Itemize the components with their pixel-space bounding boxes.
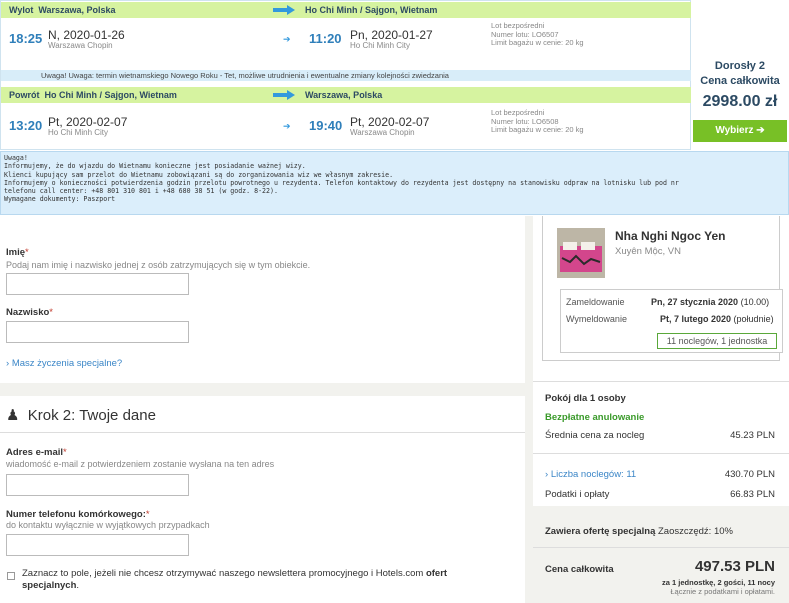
email-input[interactable] [6, 474, 189, 496]
checkout-value: Pt, 7 lutego 2020 (południe) [660, 314, 774, 324]
first-name-hint: Podaj nam imię i nazwisko jednej z osób … [6, 260, 311, 270]
person-icon: ♟ [6, 407, 20, 424]
phone-input[interactable] [6, 534, 189, 556]
return-dep-city: Ho Chi Minh City [48, 128, 109, 137]
room-type: Pokój dla 1 osoby [545, 393, 626, 404]
avg-price-value: 45.23 PLN [730, 430, 775, 441]
last-name-label: Nazwisko* [6, 307, 53, 318]
email-label: Adres e-mail* [6, 447, 67, 458]
totals-box: Zawiera ofertę specjalną Zaoszczędź: 10%… [533, 506, 789, 603]
arrow-icon: ➔ [283, 34, 291, 44]
first-name-label: Imię* [6, 247, 29, 258]
tax-label: Podatki i opłaty [545, 489, 610, 500]
hotel-photo [557, 228, 605, 278]
total-price-label: Cena całkowita [700, 75, 780, 87]
tax-value: 66.83 PLN [730, 489, 775, 500]
phone-label: Numer telefonu komórkowego:* [6, 509, 150, 520]
flight-price-box: Dorosły 2 Cena całkowita 2998.00 zł Wybi… [691, 0, 789, 150]
outbound-row: 18:25 N, 2020-01-26 Warszawa Chopin ➔ 11… [1, 21, 692, 57]
chevron-right-icon: › [545, 469, 549, 480]
checkout-label: Wymeldowanie [566, 314, 627, 324]
nights-link[interactable]: › Liczba noclegów: 11 [545, 469, 636, 480]
return-header: Powrót Ho Chi Minh / Sajgon, Wietnam War… [1, 87, 692, 103]
checkin-value: Pn, 27 stycznia 2020 (10.00) [651, 297, 770, 307]
free-cancel-badge: Bezpłatne anulowanie [545, 412, 645, 423]
arrow-icon: ➔ [756, 125, 765, 136]
return-from: Ho Chi Minh / Sajgon, Wietnam [44, 90, 177, 100]
avg-price-label: Średnia cena za nocleg [545, 430, 645, 441]
arrow-icon: ➔ [283, 121, 291, 131]
outbound-from: Warszawa, Polska [38, 5, 116, 15]
select-button[interactable]: Wybierz ➔ [693, 120, 787, 142]
return-dep-date: Pt, 2020-02-07 [48, 115, 128, 129]
outbound-label: Wylot [9, 5, 34, 15]
outbound-arr-city: Ho Chi Minh City [350, 41, 411, 50]
guest-form: Imię* Podaj nam imię i nazwisko jednej z… [0, 216, 525, 383]
hotel-card: Nha Nghi Ngoc Yen Xuyên Mộc, VN Zameldow… [542, 216, 783, 361]
checkin-label: Zameldowanie [566, 297, 625, 307]
outbound-header: Wylot Warszawa, Polska Ho Chi Minh / Saj… [1, 2, 692, 18]
first-name-input[interactable] [6, 273, 189, 295]
hotel-total-value: 497.53 PLN [694, 558, 775, 575]
special-offer: Zawiera ofertę specjalną Zaoszczędź: 10% [545, 526, 733, 537]
hotel-total-sub: za 1 jednostkę, 2 gości, 11 nocy [662, 578, 775, 587]
tet-notice: Uwaga! Uwaga: termin wietnamskiego Noweg… [1, 70, 692, 81]
arrow-right-icon [273, 90, 295, 100]
return-to: Warszawa, Polska [305, 90, 383, 100]
pax-count: Dorosły 2 [714, 60, 766, 72]
outbound-arr-date: Pn, 2020-01-27 [350, 28, 433, 42]
outbound-dep-city: Warszawa Chopin [48, 41, 113, 50]
outbound-dep-time: 18:25 [9, 31, 43, 46]
booking-area: Imię* Podaj nam imię i nazwisko jednej z… [0, 216, 789, 603]
hotel-name[interactable]: Nha Nghi Ngoc Yen [615, 229, 725, 243]
step2-title: ♟ Krok 2: Twoje dane [6, 407, 156, 424]
return-arr-city: Warszawa Chopin [350, 128, 415, 137]
arrow-right-icon [273, 5, 295, 15]
newsletter-text: Zaznacz to pole, jeżeli nie chcesz otrzy… [22, 568, 448, 591]
total-price: 2998.00 zł [702, 93, 778, 110]
return-details: Lot bezpośredni Numer lotu: LO6508 Limit… [491, 108, 584, 134]
return-label: Powrót [9, 90, 40, 100]
special-requests-link[interactable]: › Masz życzenia specjalne? [6, 358, 122, 369]
visa-warning: Uwaga! Informujemy, że do wjazdu do Wiet… [0, 151, 789, 215]
flight-segments: Wylot Warszawa, Polska Ho Chi Minh / Saj… [0, 0, 692, 150]
email-hint: wiadomość e-mail z potwierdzeniem zostan… [6, 459, 275, 469]
return-dep-time: 13:20 [9, 118, 43, 133]
newsletter-checkbox[interactable] [7, 572, 15, 580]
nights-badge: 11 noclegów, 1 jednostka [657, 333, 777, 349]
hotel-total-label: Cena całkowita [545, 564, 614, 575]
hotel-location: Xuyên Mộc, VN [615, 246, 681, 257]
chevron-right-icon: › [6, 358, 10, 369]
return-arr-date: Pt, 2020-02-07 [350, 115, 430, 129]
outbound-details: Lot bezpośredni Numer lotu: LO6507 Limit… [491, 21, 584, 47]
outbound-arr-time: 11:20 [309, 31, 342, 46]
return-arr-time: 19:40 [309, 118, 343, 133]
stay-dates: Zameldowanie Pn, 27 stycznia 2020 (10.00… [560, 289, 783, 353]
phone-hint: do kontaktu wyłącznie w wyjątkowych przy… [6, 520, 210, 530]
last-name-input[interactable] [6, 321, 189, 343]
flight-panel: Wylot Warszawa, Polska Ho Chi Minh / Saj… [0, 0, 789, 216]
nights-value: 430.70 PLN [724, 469, 775, 480]
hotel-summary: Nha Nghi Ngoc Yen Xuyên Mộc, VN Zameldow… [533, 216, 789, 603]
outbound-dep-date: N, 2020-01-26 [48, 28, 125, 42]
hotel-total-sub2: Łącznie z podatkami i opłatami. [670, 587, 775, 596]
return-row: 13:20 Pt, 2020-02-07 Ho Chi Minh City ➔ … [1, 108, 692, 144]
outbound-to: Ho Chi Minh / Sajgon, Wietnam [305, 5, 438, 15]
